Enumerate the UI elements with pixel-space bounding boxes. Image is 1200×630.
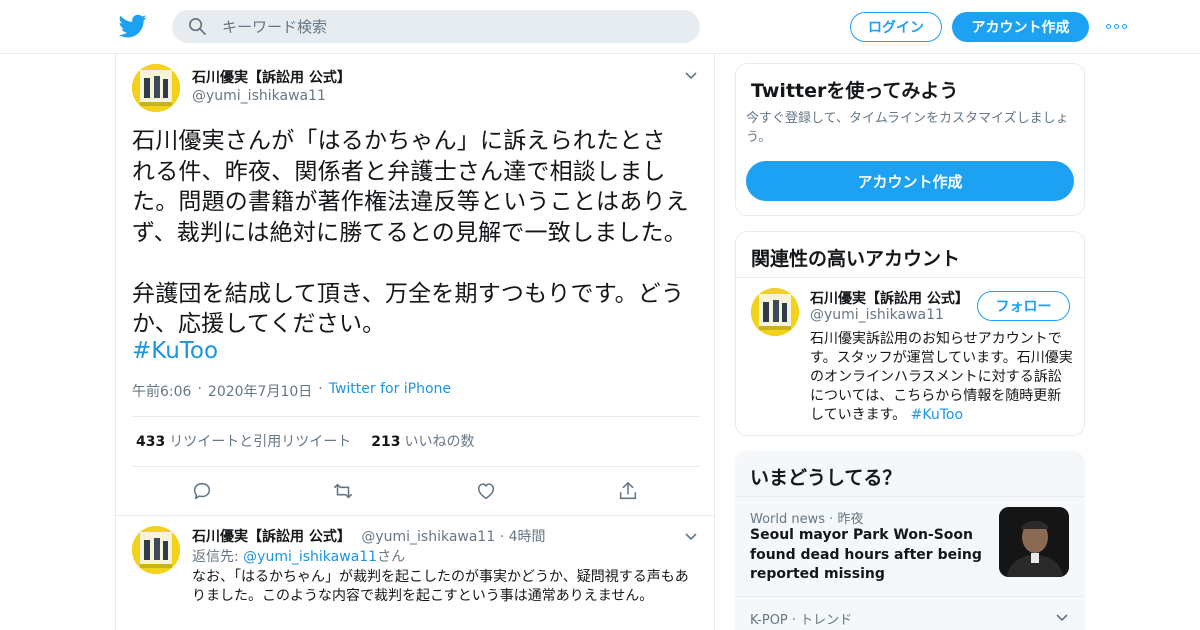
whats-happening-card: いまどうしてる？ World news · 昨夜 Seoul mayor Par… <box>735 451 1085 630</box>
tweet-metadata: 午前6:06 · 2020年7月10日 · Twitter for iPhone <box>132 381 451 401</box>
likes-label: いいねの数 <box>404 434 475 450</box>
avatar[interactable] <box>751 288 799 336</box>
create-account-button[interactable]: アカウント作成 <box>746 161 1074 201</box>
signup-promo-description: 今すぐ登録して、タイムラインをカスタマイズしましょう。 <box>746 111 1069 145</box>
reply-author-handle[interactable]: @yumi_ishikawa11 <box>361 529 495 545</box>
main-column: 石川優実【訴訟用 公式】 @yumi_ishikawa11 石川優実さんが「はる… <box>115 54 715 630</box>
divider <box>735 596 1085 597</box>
retweets-count: 433 <box>136 434 166 450</box>
chevron-down-icon[interactable] <box>1055 613 1069 623</box>
bio-hashtag-link[interactable]: #KuToo <box>911 407 963 423</box>
tweet-author-handle[interactable]: @yumi_ishikawa11 <box>192 88 326 104</box>
divider <box>132 466 700 467</box>
related-accounts-card: 関連性の高いアカウント 石川優実【訴訟用 公式】 @yumi_ishikawa1… <box>735 231 1085 436</box>
reply-to-line: 返信先: @yumi_ishikawa11さん <box>192 546 405 566</box>
search-input[interactable] <box>222 10 682 43</box>
avatar-image <box>132 64 180 112</box>
reply-to-mention[interactable]: @yumi_ishikawa11 <box>243 549 377 565</box>
retweet-icon[interactable] <box>332 480 354 502</box>
tweet-author-name[interactable]: 石川優実【訴訟用 公式】 <box>192 67 351 87</box>
signup-button[interactable]: アカウント作成 <box>952 12 1089 42</box>
related-accounts-title: 関連性の高いアカウント <box>751 248 961 270</box>
meta-separator: · <box>499 529 509 545</box>
trend-headline-link[interactable]: Seoul mayor Park Won-Soon found dead hou… <box>750 526 990 585</box>
likes-count: 213 <box>371 434 401 450</box>
likes-stat[interactable]: 213 いいねの数 <box>371 431 474 451</box>
tweet-date[interactable]: 2020年7月10日 <box>208 381 312 401</box>
retweets-stat[interactable]: 433 リツイートと引用リツイート <box>136 431 351 451</box>
trend-category: World news <box>750 512 826 527</box>
related-account-name[interactable]: 石川優実【訴訟用 公式】 <box>810 288 970 308</box>
reply-time[interactable]: 4時間 <box>509 529 546 545</box>
related-account-bio: 石川優実訴訟用のお知らせアカウントです。スタッフが運営しています。石川優実のオン… <box>810 330 1074 425</box>
chevron-down-icon[interactable] <box>684 532 698 542</box>
search-box <box>172 10 700 43</box>
more-options-icon[interactable] <box>1106 18 1132 34</box>
avatar-image <box>132 526 180 574</box>
divider <box>735 496 1085 497</box>
top-navigation-bar: ログイン アカウント作成 <box>0 0 1200 54</box>
share-icon[interactable] <box>617 480 639 502</box>
twitter-bird-icon[interactable] <box>119 12 147 40</box>
tweet-time[interactable]: 午前6:06 <box>132 381 191 401</box>
meta-separator: · <box>197 381 202 397</box>
divider <box>116 515 714 516</box>
reply-tweet-text: なお、「はるかちゃん」が裁判を起こしたのが事実かどうか、疑問視する声もありました… <box>192 569 689 604</box>
trend-label: トレンド <box>800 613 853 628</box>
signup-promo-card: Twitterを使ってみよう 今すぐ登録して、タイムラインをカスタマイズしましょ… <box>735 63 1085 216</box>
trend-time: 昨夜 <box>837 512 864 527</box>
whats-happening-title: いまどうしてる？ <box>750 467 902 489</box>
meta-separator: · <box>791 613 801 628</box>
reply-author-name[interactable]: 石川優実【訴訟用 公式】 <box>192 529 351 545</box>
trend-meta: K-POP · トレンド <box>750 609 852 628</box>
divider <box>736 277 1084 278</box>
like-heart-icon[interactable] <box>475 480 497 502</box>
trend-thumbnail-image[interactable] <box>999 507 1069 577</box>
chevron-down-icon[interactable] <box>684 71 698 81</box>
reply-to-suffix: さん <box>377 549 406 565</box>
tweet-hashtag-link[interactable]: #KuToo <box>132 338 218 364</box>
retweets-label: リツイートと引用リツイート <box>169 434 352 450</box>
reply-icon[interactable] <box>191 480 213 502</box>
login-button[interactable]: ログイン <box>850 12 942 42</box>
reply-to-prefix: 返信先: <box>192 549 244 565</box>
tweet-stats: 433 リツイートと引用リツイート 213 いいねの数 <box>136 431 474 451</box>
avatar[interactable] <box>132 64 180 112</box>
related-account-handle[interactable]: @yumi_ishikawa11 <box>810 307 944 323</box>
follow-button[interactable]: フォロー <box>977 291 1070 321</box>
trend-meta: World news · 昨夜 <box>750 508 863 527</box>
search-icon <box>189 18 206 35</box>
signup-promo-title: Twitterを使ってみよう <box>751 80 959 102</box>
avatar[interactable] <box>132 526 180 574</box>
tweet-source-link[interactable]: Twitter for iPhone <box>329 381 451 401</box>
avatar-image <box>751 288 799 336</box>
divider <box>132 416 700 417</box>
news-photo <box>999 507 1069 577</box>
tweet-text: 石川優実さんが「はるかちゃん」に訴えられたとさ れる件、昨夜、関係者と弁護士さん… <box>132 128 689 337</box>
meta-separator: · <box>318 381 323 397</box>
reply-tweet-header: 石川優実【訴訟用 公式】 @yumi_ishikawa11 · 4時間 <box>192 526 546 546</box>
trend-category: K-POP <box>750 613 788 628</box>
